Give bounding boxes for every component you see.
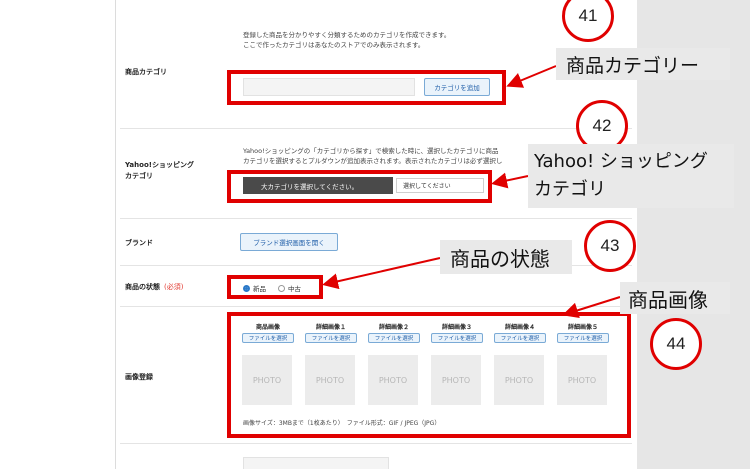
annotation-number-43: 43 bbox=[584, 220, 636, 272]
callout-images: 商品画像 bbox=[620, 282, 730, 314]
annotation-box-images bbox=[227, 312, 631, 438]
row-divider bbox=[120, 128, 632, 129]
callout-line: カテゴリ bbox=[534, 179, 606, 200]
category-description-line: ここで作ったカテゴリはあなたのストアでのみ表示されます。 bbox=[243, 41, 425, 49]
annotation-box-category bbox=[227, 70, 506, 105]
category-description: 登録した商品を分かりやすく分類するためのカテゴリを作成できます。 ここで作ったカ… bbox=[243, 30, 450, 50]
condition-label: 商品の状態 (必須) bbox=[125, 282, 183, 292]
callout-yahoo-category: Yahoo! ショッピング カテゴリ bbox=[528, 144, 734, 208]
category-description-line: 登録した商品を分かりやすく分類するためのカテゴリを作成できます。 bbox=[243, 31, 451, 39]
yahoo-description-line: Yahoo!ショッピングの「カテゴリから探す」で検索した時に、選択したカテゴリに… bbox=[243, 147, 499, 155]
callout-category: 商品カテゴリー bbox=[556, 48, 730, 80]
callout-condition: 商品の状態 bbox=[440, 240, 572, 274]
row-divider bbox=[120, 218, 632, 219]
row-divider bbox=[120, 443, 632, 444]
next-field-input[interactable] bbox=[243, 457, 389, 469]
annotation-number-44: 44 bbox=[650, 318, 702, 370]
category-label: 商品カテゴリ bbox=[125, 68, 167, 76]
required-badge: (必須) bbox=[164, 283, 184, 291]
yahoo-category-description: Yahoo!ショッピングの「カテゴリから探す」で検索した時に、選択したカテゴリに… bbox=[243, 146, 502, 166]
annotation-box-yahoo-category bbox=[227, 170, 492, 203]
image-upload-label: 画像登録 bbox=[125, 373, 153, 381]
yahoo-category-label: Yahoo!ショッピング カテゴリ bbox=[125, 160, 194, 182]
yahoo-label-line: カテゴリ bbox=[125, 172, 153, 180]
callout-line: Yahoo! ショッピング bbox=[534, 151, 708, 172]
yahoo-label-line: Yahoo!ショッピング bbox=[125, 161, 194, 169]
annotation-box-condition bbox=[227, 275, 323, 299]
open-brand-selector-button[interactable]: ブランド選択画面を開く bbox=[240, 233, 338, 251]
condition-label-text: 商品の状態 bbox=[125, 283, 160, 291]
left-margin bbox=[0, 0, 115, 469]
brand-label: ブランド bbox=[125, 239, 153, 247]
yahoo-description-line: カテゴリを選択するとプルダウンが追加表示されます。表示されたカテゴリは必ず選択し bbox=[243, 157, 503, 165]
row-divider bbox=[120, 306, 632, 307]
